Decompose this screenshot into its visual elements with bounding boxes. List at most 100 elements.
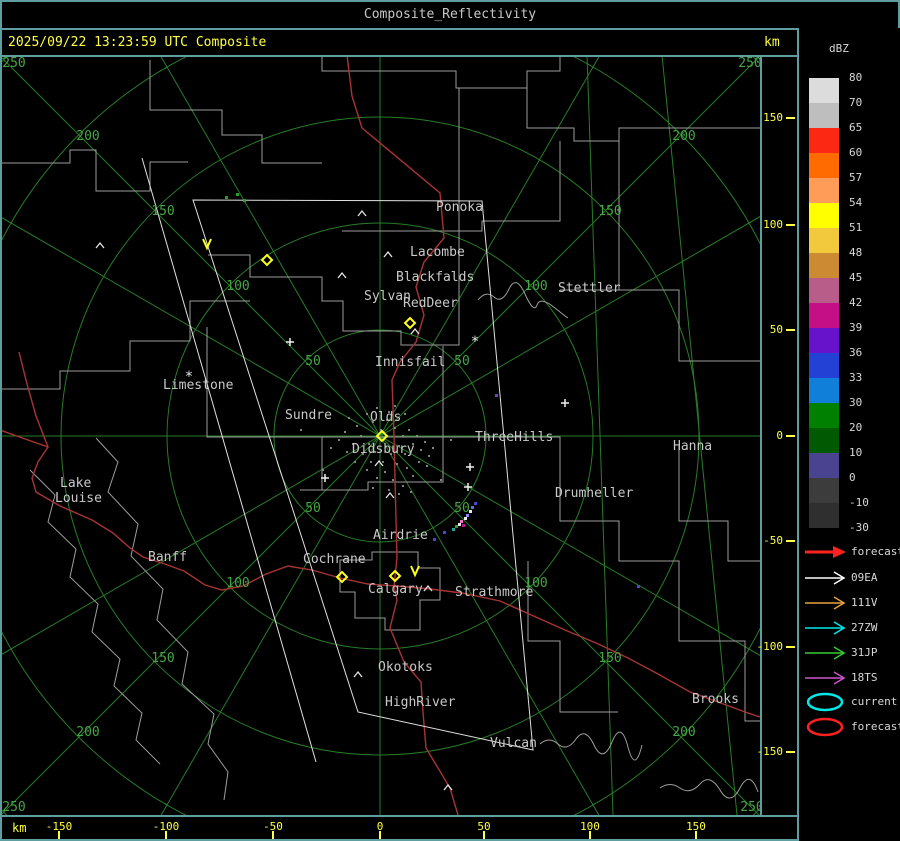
range-ring-label: 200 [672,129,695,144]
radar-map: ** 25020015010050 50100150200250501001502… [0,0,900,841]
range-ring-label: 100 [524,279,547,294]
city-label-okotoks: Okotoks [378,660,433,675]
map-top-border [0,55,797,57]
legend-label: 111V [851,596,878,609]
caret-marker-icon [353,670,363,678]
cross-marker-icon [466,463,474,471]
vee-marker-icon [410,565,420,578]
right-axis-tick [786,435,795,437]
right-axis-tick [786,540,795,542]
city-label-vulcan: Vulcan [490,736,537,751]
city-label-sundre: Sundre [285,408,332,423]
range-ring-label: 200 [76,725,99,740]
range-ring-label: 200 [76,129,99,144]
title-bar: Composite_Reflectivity [0,0,900,28]
right-axis-unit-label: km [764,35,780,50]
colorbar-label: 45 [849,271,863,284]
colorbar-swatch [809,453,839,478]
echo-dot [236,193,239,196]
colorbar-label: 51 [849,221,863,234]
legend-label: 09EA [851,571,878,584]
echo-dot [243,199,246,202]
city-label-innisfail: Innisfail [375,355,445,370]
right-axis-tick [786,751,795,753]
colorbar-swatch [809,503,839,528]
city-label-cochrane: Cochrane [303,552,366,567]
colorbar-swatch [809,328,839,353]
cross-marker-icon [286,338,294,346]
city-label-highriver: HighRiver [385,695,456,710]
colorbar-swatch [809,178,839,203]
bottom-axis-unit-label: km [12,821,27,835]
right-axis-tick [786,329,795,331]
echo-dot [464,517,467,520]
colorbar-label: 30 [849,396,863,409]
range-ring-label: 250 [740,800,760,815]
city-label-olds: Olds [370,410,401,425]
right-axis-label: -150 [756,745,784,758]
right-axis-label: -100 [756,640,784,653]
city-label-brooks: Brooks [692,692,739,707]
city-label-airdrie: Airdrie [373,528,428,543]
info-bar: 2025/09/22 13:23:59 UTC Composite km [0,30,797,55]
echo-dot [433,538,436,541]
city-label-blackfalds: Blackfalds [396,270,474,285]
colorbar-swatch [809,403,839,428]
cross-marker-icon [561,399,569,407]
right-axis-label: 0 [776,429,783,442]
range-ring-label: 150 [151,204,174,219]
caret-marker-icon [374,459,384,467]
right-axis-tick [786,646,795,648]
colorbar-swatch [809,253,839,278]
frame-left [0,0,2,841]
range-ring-label: 100 [226,279,249,294]
bottom-axis-tick [165,831,167,839]
range-ring-label: 250 [2,800,25,815]
colorbar-swatch [809,153,839,178]
colorbar-label: -10 [849,496,869,509]
arrow-symbol-icon [805,596,846,610]
colorbar-label: 0 [849,471,856,484]
colorbar-label: 57 [849,171,863,184]
caret-marker-icon [95,241,105,249]
city-label-louise: Louise [55,491,102,506]
colorbar-label: 70 [849,96,863,109]
range-ring-label: 250 [2,56,25,71]
bottom-axis-tick [379,831,381,839]
bottom-axis-tick [272,831,274,839]
city-labels: PonokaLacombeBlackfaldsSylvanRedDeerStet… [55,200,739,751]
azimuth-radials [0,0,900,841]
caret-marker-icon [410,327,420,335]
colorbar-label: 60 [849,146,863,159]
city-label-stettler: Stettler [558,281,621,296]
right-axis-tick [786,117,795,119]
bottom-axis-tick [695,831,697,839]
echo-dot [462,524,465,527]
arrow-symbol-icon [805,571,846,585]
ellipse-symbol-icon [806,717,844,737]
bottom-axis-tick [58,831,60,839]
legend-row: forecast [799,542,900,562]
city-label-threehills: ThreeHills [475,430,553,445]
range-ring-label: 50 [305,501,321,516]
colorbar-panel: dBZ 80 70 65 60 57 54 51 48 45 42 39 36 33 30 20 10 0 -10… [799,28,900,841]
right-axis-label: 50 [769,323,783,336]
radar-site-diamond-icon [403,316,417,330]
range-ring-label: 250 [738,56,760,71]
window-title: Composite_Reflectivity [363,6,537,22]
range-ring-label: 200 [672,725,695,740]
legend-label: 31JP [851,646,878,659]
colorbar-swatch [809,353,839,378]
echo-dot [474,502,477,505]
arrow-symbol-icon [805,671,846,685]
colorbar-label: 20 [849,421,863,434]
colorbar-label: 39 [849,321,863,334]
timestamp-label: 2025/09/22 13:23:59 UTC Composite [8,35,267,50]
legend-row: forecast [799,717,900,737]
city-label-drumheller: Drumheller [555,486,633,501]
colorbar-label: 65 [849,121,863,134]
right-axis-tick [786,224,795,226]
legend-row: current [799,692,900,712]
echo-dot [460,520,463,523]
map-bottom-border [0,815,797,817]
